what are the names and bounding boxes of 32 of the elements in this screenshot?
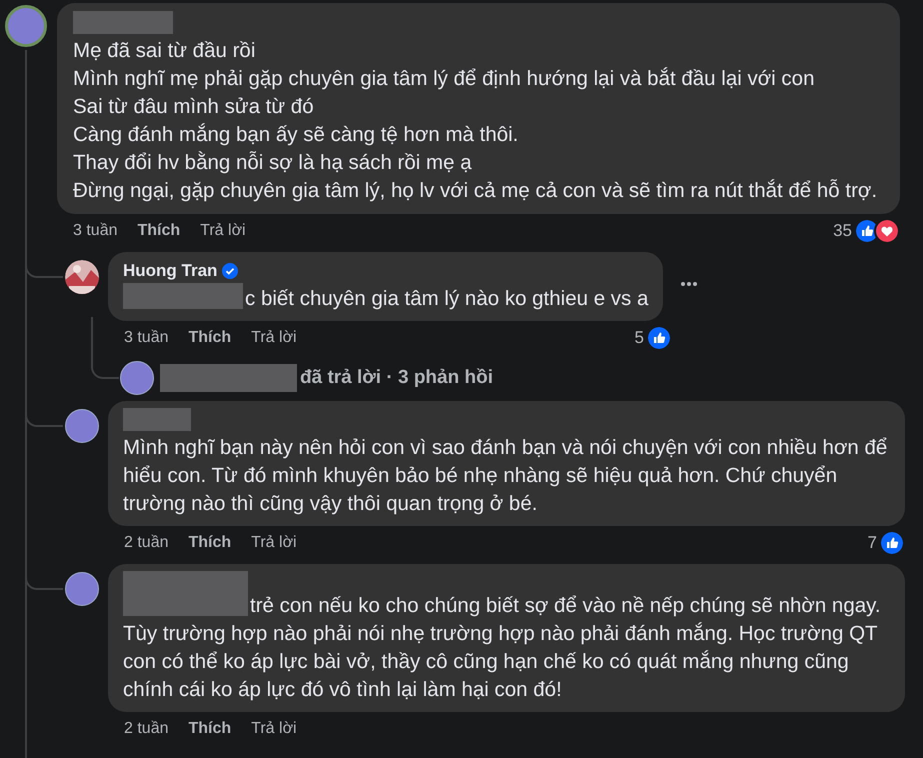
reply-link[interactable]: Trả lời: [251, 326, 297, 350]
avatar[interactable]: [65, 409, 99, 443]
reaction-count[interactable]: 5: [634, 325, 644, 351]
avatar[interactable]: [65, 572, 99, 606]
timestamp[interactable]: 3 tuần: [73, 219, 118, 243]
reply-text: trẻ con nếu ko cho chúng biết sợ để vào nề nếp chúng sẽ nhờn ngay. Tùy trường hợp nào phải nói nhẹ trường hợp nào phải đánh mắng. Học trường QT con có thể ko áp lực bài vở, thầy cô cũng hạn chế ko có quát mắng nhưng cũng chính cái ko áp lực đó vô tình lại làm hại con đó!: [123, 571, 890, 704]
author-name[interactable]: Huong Tran: [123, 258, 218, 284]
reply-link[interactable]: Trả lời: [200, 219, 246, 243]
thread-connector: [91, 317, 119, 379]
comment-text: Đừng ngại, gặp chuyên gia tâm lý, họ lv với cả mẹ cả con và sẽ tìm ra nút thắt để hỗ trợ.: [73, 178, 878, 204]
like-link[interactable]: Thích: [188, 531, 232, 555]
comment-text: Thay đổi hv bằng nỗi sợ là hạ sách rồi mẹ ạ: [73, 150, 473, 176]
reply-link[interactable]: Trả lời: [251, 531, 297, 555]
reaction-count[interactable]: 7: [868, 530, 877, 556]
timestamp[interactable]: 2 tuần: [124, 531, 168, 555]
reply-text: c biết chuyên gia tâm lý nào ko gthieu e vs a: [123, 283, 648, 313]
like-link[interactable]: Thích: [188, 326, 232, 350]
reaction-count[interactable]: 35: [833, 218, 852, 244]
comment-text: Càng đánh mắng bạn ấy sẽ càng tệ hơn mà thôi.: [73, 122, 520, 148]
comment-text: Mình nghĩ mẹ phải gặp chuyên gia tâm lý để định hướng lại và bắt đầu lại với con: [73, 66, 816, 92]
comment-text: Mẹ đã sai từ đầu rồi: [73, 38, 256, 64]
comment-text: Sai từ đâu mình sửa từ đó: [73, 94, 315, 120]
avatar[interactable]: [120, 361, 154, 395]
more-icon[interactable]: [680, 280, 698, 286]
like-link[interactable]: Thích: [137, 219, 180, 243]
replies-link[interactable]: đã trả lời · 3 phản hồi: [300, 364, 493, 392]
timestamp[interactable]: 2 tuần: [124, 717, 168, 741]
timestamp[interactable]: 3 tuần: [124, 326, 168, 350]
like-link[interactable]: Thích: [188, 717, 232, 741]
reply-link[interactable]: Trả lời: [251, 717, 297, 741]
avatar[interactable]: [65, 260, 99, 294]
reply-text: Mình nghĩ bạn này nên hỏi con vì sao đánh bạn và nói chuyện với con nhiều hơn để hiểu con. Từ đó mình khuyên bảo bé nhẹ nhàng sẽ hiệu quả hơn. Chứ chuyển trường nào thì cũng vậy thôi quan trọng ở bé.: [123, 435, 888, 517]
